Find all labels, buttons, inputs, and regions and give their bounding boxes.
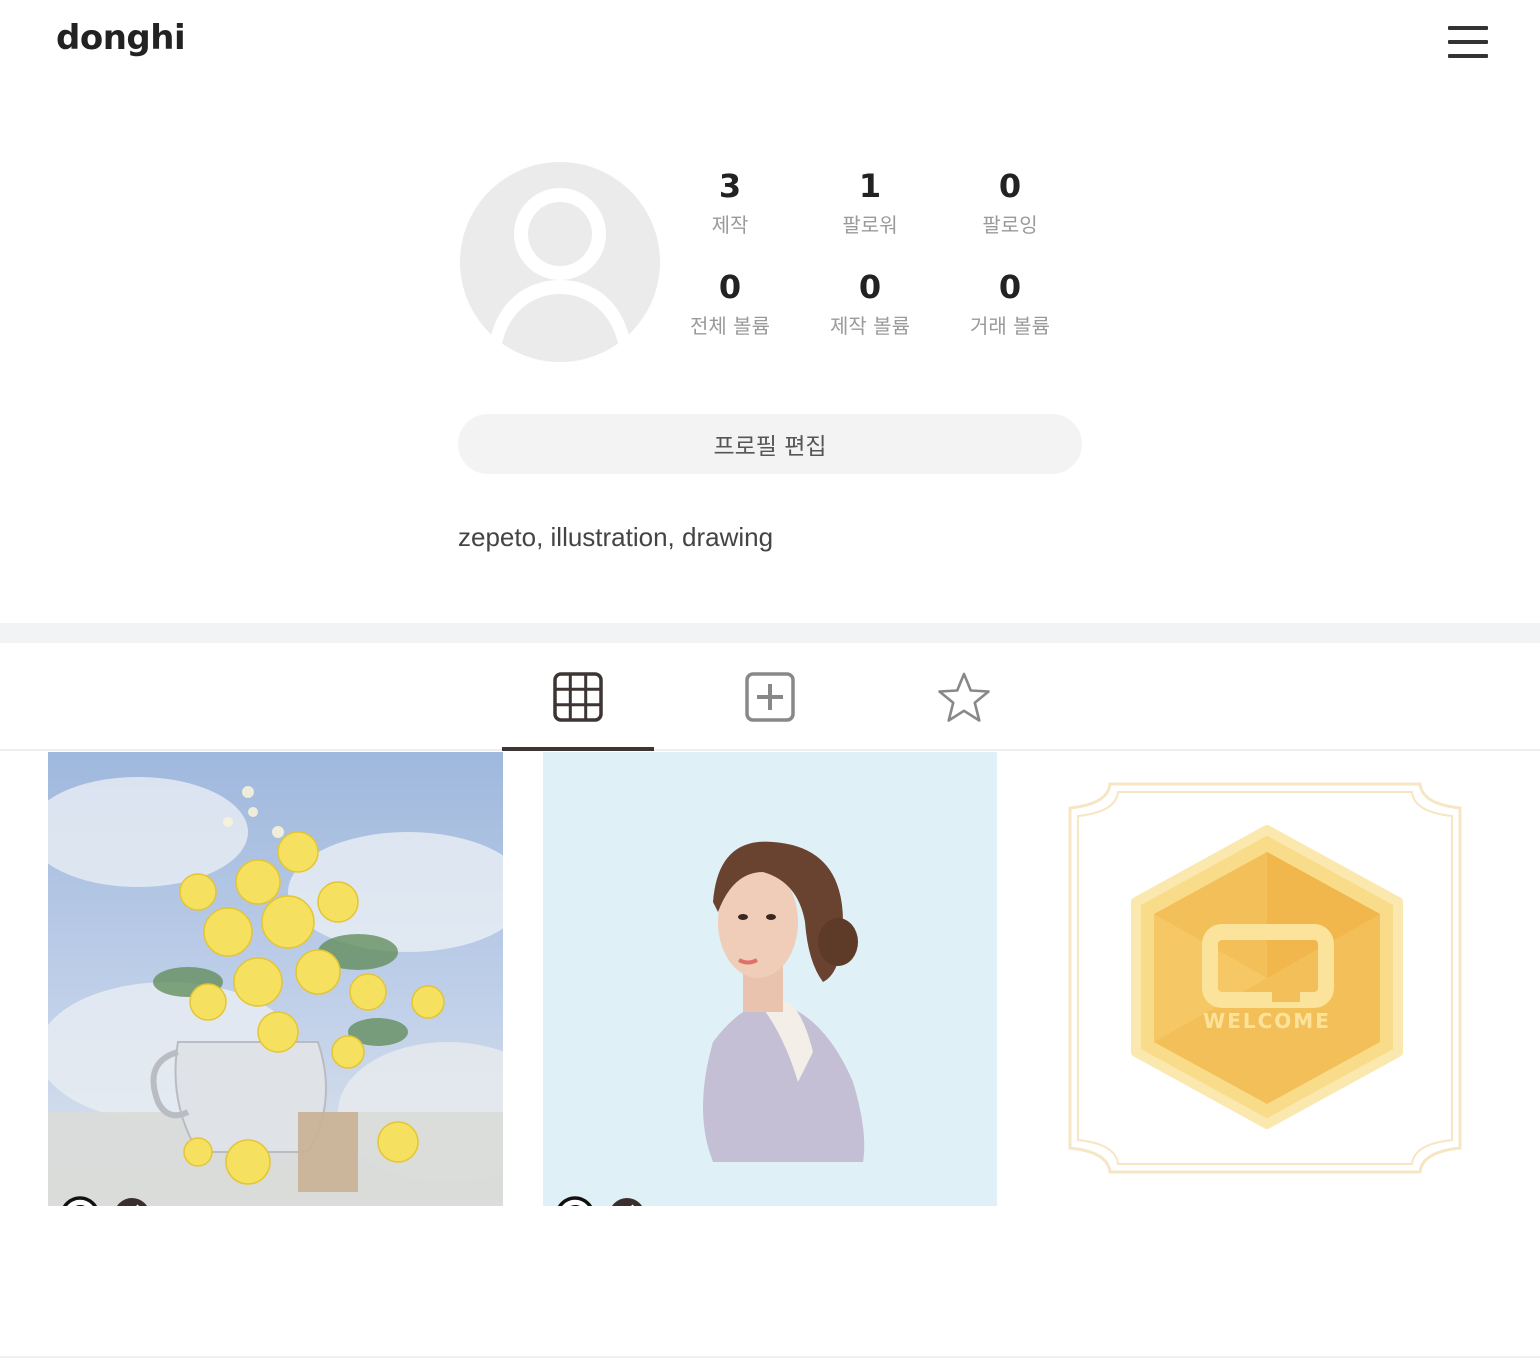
stat-creations[interactable]: 3 제작 xyxy=(660,166,800,240)
content-tabs xyxy=(0,643,1540,751)
stat-label: 거래 볼륨 xyxy=(970,314,1050,338)
copyright-icon xyxy=(62,1196,98,1206)
stat-value: 0 xyxy=(998,167,1022,205)
top-header: donghi xyxy=(0,0,1540,84)
stat-trade-volume: 0 거래 볼륨 xyxy=(940,267,1080,341)
stat-label: 전체 볼륨 xyxy=(690,314,770,338)
hamburger-menu-icon[interactable] xyxy=(1446,22,1490,62)
stat-label: 제작 xyxy=(711,213,749,237)
star-icon xyxy=(938,672,990,722)
tab-grid[interactable] xyxy=(502,643,654,751)
stat-followers[interactable]: 1 팔로워 xyxy=(800,166,940,240)
stat-value: 1 xyxy=(858,167,882,205)
artwork-card[interactable] xyxy=(543,752,997,1206)
stat-value: 0 xyxy=(858,268,882,306)
yellow-flowers-painting xyxy=(48,752,503,1206)
welcome-badge-text: WELCOME xyxy=(1203,1009,1331,1033)
stat-creation-volume: 0 제작 볼륨 xyxy=(800,267,940,341)
default-user-icon xyxy=(488,188,632,362)
section-divider xyxy=(0,623,1540,643)
profile-bio: zepeto, illustration, drawing xyxy=(458,522,774,552)
welcome-badge: WELCOME xyxy=(1040,752,1495,1206)
grid-icon xyxy=(553,672,603,722)
stat-label: 제작 볼륨 xyxy=(830,314,910,338)
artwork-card[interactable]: WELCOME xyxy=(1040,752,1495,1206)
k-logo-icon xyxy=(612,1198,642,1206)
stat-value: 0 xyxy=(718,268,742,306)
stat-value: 0 xyxy=(998,268,1022,306)
stat-following[interactable]: 0 팔로잉 xyxy=(940,166,1080,240)
artwork-card[interactable] xyxy=(48,752,503,1206)
avatar[interactable] xyxy=(460,162,660,362)
edit-profile-button[interactable]: 프로필 편집 xyxy=(458,414,1082,474)
k-logo-icon xyxy=(117,1198,147,1206)
woman-portrait-painting xyxy=(543,752,997,1206)
app-title[interactable]: donghi xyxy=(56,18,186,58)
stat-total-volume: 0 전체 볼륨 xyxy=(660,267,800,341)
tab-created[interactable] xyxy=(694,643,846,751)
plus-square-icon xyxy=(745,672,795,722)
stat-value: 3 xyxy=(718,167,742,205)
copyright-icon xyxy=(557,1196,593,1206)
stat-label: 팔로워 xyxy=(842,213,898,237)
tab-favorites[interactable] xyxy=(886,643,1038,751)
stat-label: 팔로잉 xyxy=(982,213,1038,237)
